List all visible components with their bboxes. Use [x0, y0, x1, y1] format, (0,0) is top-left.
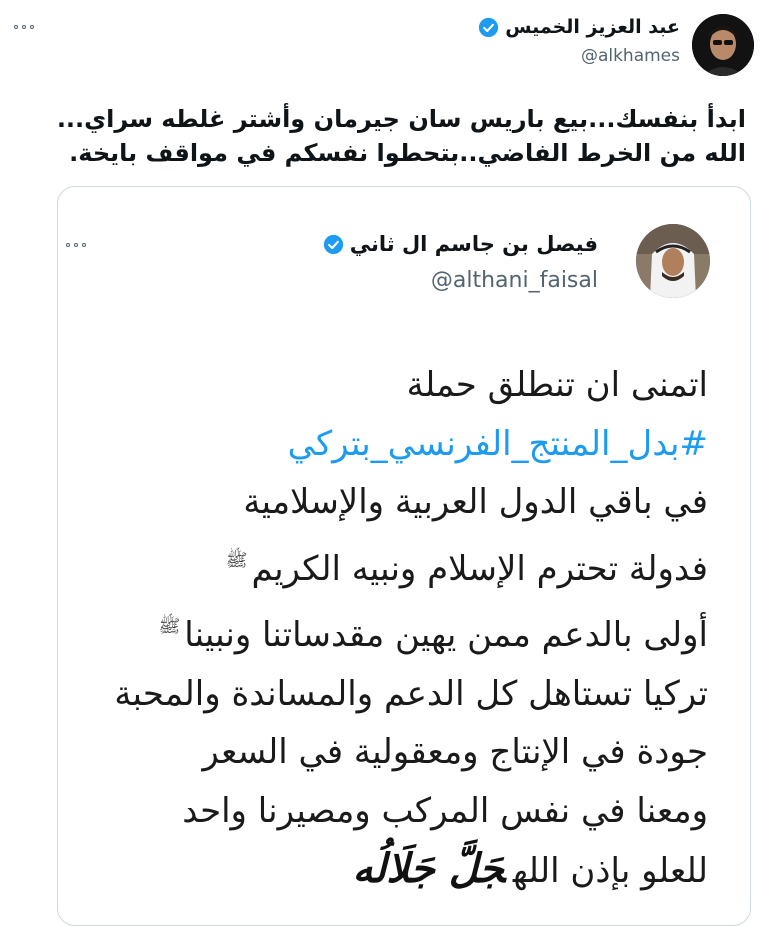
- quoted-line-1: اتمنى ان تنطلق حملة: [406, 365, 708, 405]
- quoted-line-9-text: للعلو بإذن الله: [512, 851, 708, 891]
- author-name[interactable]: عبد العزيز الخميس: [505, 16, 680, 38]
- quoted-line-5-text: أولى بالدعم ممن يهين مقدساتنا ونبينا: [184, 615, 708, 655]
- tweet-text-line-1: ابدأ بنفسك...بيع باريس سان جيرمان وأشتر …: [56, 105, 746, 133]
- quoted-more-options-icon[interactable]: [66, 243, 86, 247]
- tweet-text: ابدأ بنفسك...بيع باريس سان جيرمان وأشتر …: [16, 102, 746, 170]
- quoted-author-handle[interactable]: @althani_faisal: [431, 268, 598, 293]
- verified-badge-icon: [323, 234, 343, 254]
- quoted-line-8: ومعنا في نفس المركب ومصيرنا واحد: [182, 790, 708, 831]
- author-handle[interactable]: @alkhames: [581, 46, 680, 66]
- quoted-line-4-text: فدولة تحترم الإسلام ونبيه الكريم: [251, 548, 708, 589]
- quoted-line-6: تركيا تستاهل كل الدعم والمساندة والمحبة: [114, 673, 708, 714]
- avatar-photo: [692, 14, 754, 76]
- quoted-line-7: جودة في الإنتاج ومعقولية في السعر: [202, 732, 708, 772]
- honorific-symbol: ﷺ: [158, 616, 181, 637]
- author-name-row: عبد العزيز الخميس: [478, 16, 680, 38]
- quoted-author-avatar[interactable]: [636, 224, 710, 298]
- tweet-text-line-2: الله من الخرط الفاضي..بتحطوا نفسكم في مو…: [69, 139, 746, 167]
- honorific-symbol: ﷺ: [225, 549, 248, 571]
- quoted-author-name-row: فيصل بن جاسم ال ثاني: [323, 232, 598, 256]
- quoted-line-3: في باقي الدول العربية والإسلامية: [243, 482, 708, 522]
- quoted-line-9: للعلو بإذن اللهجَلَّ جَلَالُه: [68, 840, 708, 901]
- quoted-line-4: فدولة تحترم الإسلام ونبيه الكريمﷺ: [68, 532, 708, 599]
- calligraphy-glyph: جَلَّ جَلَالُه: [352, 846, 505, 892]
- more-options-icon[interactable]: [14, 25, 34, 29]
- quoted-tweet-body: اتمنى ان تنطلق حملة #بدل_المنتج_الفرنسي_…: [68, 356, 708, 901]
- author-avatar[interactable]: [692, 14, 754, 76]
- quoted-avatar-photo: [636, 224, 710, 298]
- verified-badge-icon: [479, 17, 499, 37]
- quoted-author-name[interactable]: فيصل بن جاسم ال ثاني: [350, 232, 598, 256]
- quoted-line-5: أولى بالدعم ممن يهين مقدساتنا ونبيناﷺ: [68, 598, 708, 665]
- hashtag-link[interactable]: #بدل_المنتج_الفرنسي_بتركي: [68, 415, 708, 474]
